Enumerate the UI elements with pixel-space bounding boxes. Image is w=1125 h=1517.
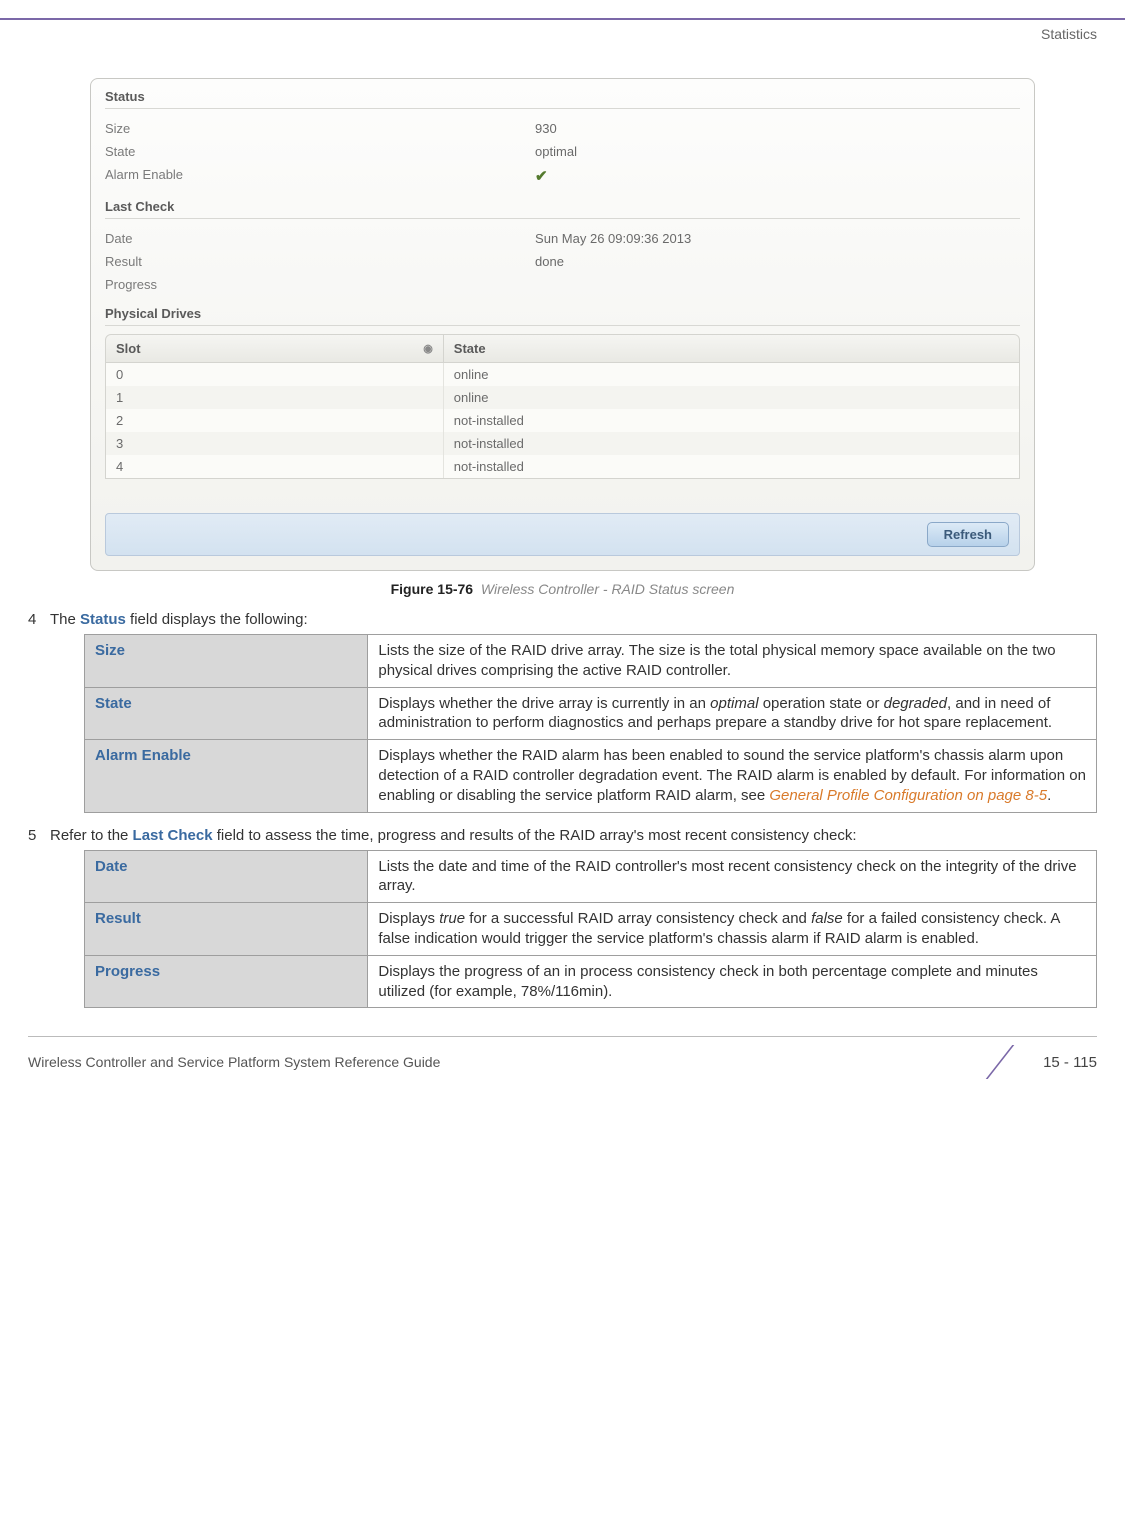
desc-result-mid: for a successful RAID array consistency … [465, 910, 811, 927]
lastcheck-definition-table: Date Lists the date and time of the RAID… [84, 850, 1097, 1009]
drive-slot: 4 [106, 455, 444, 478]
drive-state: online [444, 386, 1019, 409]
term-size: Size [85, 635, 368, 688]
footer-rule [28, 1036, 1097, 1037]
lastcheck-legend: Last Check [105, 199, 1020, 219]
desc-state-em1: optimal [710, 695, 758, 712]
drive-slot: 2 [106, 409, 444, 432]
drive-slot: 3 [106, 432, 444, 455]
step-number: 5 [28, 827, 50, 844]
desc-result-em1: true [439, 910, 465, 927]
figure-number: Figure 15-76 [391, 581, 473, 597]
desc-state-mid: operation state or [759, 695, 884, 712]
status-fieldset: Status Size 930 State optimal Alarm Enab… [105, 89, 1020, 189]
step5-intro-pre: Refer to the [50, 827, 133, 844]
drives-legend: Physical Drives [105, 306, 1020, 326]
desc-state-em2: degraded [884, 695, 947, 712]
status-definition-table: Size Lists the size of the RAID drive ar… [84, 634, 1097, 813]
step5-intro-post: field to assess the time, progress and r… [213, 827, 857, 844]
lastcheck-progress-label: Progress [105, 277, 535, 292]
step-5: 5 Refer to the Last Check field to asses… [28, 827, 1097, 844]
drives-col-slot-label: Slot [116, 341, 141, 356]
drives-col-state[interactable]: State [444, 335, 1019, 362]
step-4: 4 The Status field displays the followin… [28, 611, 1097, 628]
step4-intro-post: field displays the following: [126, 611, 308, 628]
figure-caption: Figure 15-76 Wireless Controller - RAID … [0, 581, 1125, 597]
term-result: Result [85, 903, 368, 956]
status-alarm-value: ✔ [535, 167, 1020, 185]
doc-title: Wireless Controller and Service Platform… [28, 1054, 440, 1070]
drives-grid-header: Slot ◉ State [105, 334, 1020, 363]
desc-progress: Displays the progress of an in process c… [368, 955, 1097, 1008]
lastcheck-result-label: Result [105, 254, 535, 269]
desc-state-pre: Displays whether the drive array is curr… [378, 695, 710, 712]
page-decoration-icon [993, 1047, 1033, 1077]
section-header: Statistics [0, 20, 1125, 60]
drive-slot: 1 [106, 386, 444, 409]
drive-slot: 0 [106, 363, 444, 386]
checkmark-icon: ✔ [535, 168, 548, 185]
desc-alarm-post: . [1047, 787, 1051, 804]
desc-result-em2: false [811, 910, 843, 927]
status-state-value: optimal [535, 144, 1020, 159]
status-size-value: 930 [535, 121, 1020, 136]
drive-state: not-installed [444, 455, 1019, 478]
term-date: Date [85, 850, 368, 903]
table-row: 2 not-installed [106, 409, 1019, 432]
status-state-label: State [105, 144, 535, 159]
lastcheck-date-value: Sun May 26 09:09:36 2013 [535, 231, 1020, 246]
drives-col-slot[interactable]: Slot ◉ [106, 335, 444, 362]
desc-result: Displays true for a successful RAID arra… [368, 903, 1097, 956]
status-legend: Status [105, 89, 1020, 109]
desc-size: Lists the size of the RAID drive array. … [368, 635, 1097, 688]
footer: Wireless Controller and Service Platform… [28, 1047, 1097, 1077]
toolbar: Refresh [105, 513, 1020, 556]
lastcheck-progress-value [535, 277, 1020, 292]
desc-date: Lists the date and time of the RAID cont… [368, 850, 1097, 903]
cross-reference-link[interactable]: General Profile Configuration on page 8-… [769, 787, 1047, 804]
status-alarm-label: Alarm Enable [105, 167, 535, 185]
desc-alarm: Displays whether the RAID alarm has been… [368, 740, 1097, 812]
drives-grid-body: 0 online 1 online 2 not-installed 3 not-… [105, 363, 1020, 479]
status-size-label: Size [105, 121, 535, 136]
term-alarm: Alarm Enable [85, 740, 368, 812]
screenshot-panel: Status Size 930 State optimal Alarm Enab… [90, 78, 1035, 571]
page-number: 15 - 115 [1043, 1054, 1097, 1071]
step-number: 4 [28, 611, 50, 628]
drives-col-state-label: State [454, 341, 486, 356]
desc-state: Displays whether the drive array is curr… [368, 687, 1097, 740]
table-row: 4 not-installed [106, 455, 1019, 478]
refresh-button[interactable]: Refresh [927, 522, 1009, 547]
lastcheck-result-value: done [535, 254, 1020, 269]
sort-icon: ◉ [423, 342, 433, 355]
table-row: 1 online [106, 386, 1019, 409]
term-progress: Progress [85, 955, 368, 1008]
table-row: 3 not-installed [106, 432, 1019, 455]
lastcheck-date-label: Date [105, 231, 535, 246]
status-keyword: Status [80, 611, 126, 628]
drive-state: not-installed [444, 409, 1019, 432]
figure-title: Wireless Controller - RAID Status screen [481, 581, 735, 597]
term-state: State [85, 687, 368, 740]
lastcheck-keyword: Last Check [133, 827, 213, 844]
lastcheck-fieldset: Last Check Date Sun May 26 09:09:36 2013… [105, 199, 1020, 296]
drive-state: online [444, 363, 1019, 386]
drive-state: not-installed [444, 432, 1019, 455]
table-row: 0 online [106, 363, 1019, 386]
desc-result-pre: Displays [378, 910, 439, 927]
drives-fieldset: Physical Drives Slot ◉ State 0 online 1 … [105, 306, 1020, 479]
step4-intro-pre: The [50, 611, 80, 628]
